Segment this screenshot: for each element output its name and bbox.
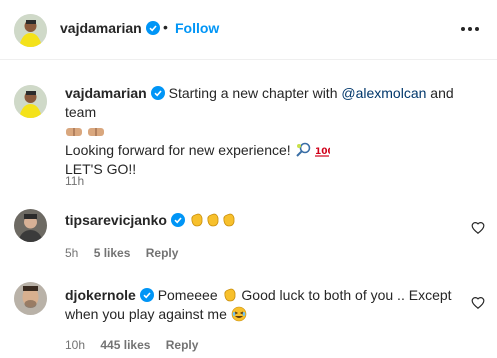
tennis-racket-icon [295,142,310,157]
avatar[interactable] [14,282,47,315]
clapping-hands-icon [191,213,203,227]
comment: djokernole Pomeeee Good luck to both of … [65,286,460,324]
comment-likes[interactable]: 445 likes [100,338,150,352]
comment-text: Good luck to both of you .. Except [241,287,452,303]
comment-username[interactable]: tipsarevicjanko [65,212,167,228]
verified-badge-icon [145,21,160,35]
like-heart-icon[interactable] [471,296,485,310]
avatar[interactable] [14,85,47,118]
avatar[interactable] [14,209,47,242]
caption-username[interactable]: vajdamarian [65,85,147,101]
clapping-hands-icon [223,288,235,302]
verified-badge-icon [170,213,185,227]
clapping-hands-icon [207,213,219,227]
caption-text: LET'S GO!! [65,161,137,177]
avatar[interactable] [14,14,47,47]
caption-text: Starting a new chapter with [168,85,338,101]
mention-link[interactable]: @alexmolcan [341,85,426,101]
verified-badge-icon [139,288,154,302]
comment: tipsarevicjanko [65,211,455,230]
comment-meta: 5h 5 likes Reply [65,246,190,260]
reply-button[interactable]: Reply [166,338,199,352]
comment-likes[interactable]: 5 likes [94,246,131,260]
follow-button[interactable]: Follow [175,20,219,36]
fist-bump-icon [87,128,104,136]
hundred-points-icon: 100 [315,147,330,157]
comment-text: when you play against me [65,306,227,322]
grinning-squinting-face-icon [231,306,247,322]
verified-badge-icon [150,86,165,100]
like-heart-icon[interactable] [471,221,485,235]
comment-time[interactable]: 10h [65,338,85,352]
comment-time[interactable]: 5h [65,246,78,260]
caption: vajdamarian Starting a new chapter with … [65,84,485,179]
fist-bump-emojis [65,122,485,141]
caption-time[interactable]: 11h [65,174,84,188]
comment-username[interactable]: djokernole [65,287,136,303]
more-options-icon[interactable] [461,22,481,36]
caption-meta: 11h [65,174,96,188]
caption-text: Looking forward for new experience! [65,142,291,158]
clapping-hands-icon [223,213,235,227]
comment-text: Pomeeee [157,287,218,303]
separator-dot: • [163,19,168,35]
post-author-username[interactable]: vajdamarian [60,20,160,36]
post-header: vajdamarian • Follow [0,0,497,60]
reply-button[interactable]: Reply [146,246,179,260]
comment-meta: 10h 445 likes Reply [65,338,210,352]
fist-bump-icon [66,128,82,136]
